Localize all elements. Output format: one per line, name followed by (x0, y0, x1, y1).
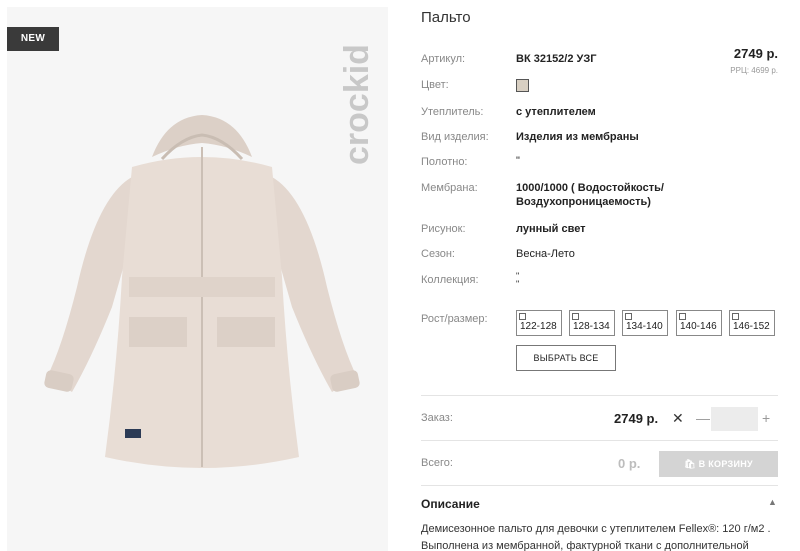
size-option-label: 146-152 (733, 321, 770, 332)
size-option[interactable]: 128-134 (569, 310, 615, 336)
divider (421, 485, 778, 486)
size-option-label: 134-140 (626, 321, 663, 332)
total-label: Всего: (421, 457, 453, 469)
description-title[interactable]: Описание (421, 497, 480, 511)
size-option[interactable]: 134-140 (622, 310, 668, 336)
membrane-label: Мембрана: (421, 182, 478, 194)
fabric-value: " (516, 155, 520, 167)
plus-button[interactable]: + (762, 410, 770, 426)
add-to-cart-label: В КОРЗИНУ (698, 459, 753, 469)
fabric-label: Полотно: (421, 156, 468, 168)
insulation-value: с утеплителем (516, 106, 596, 118)
minus-button[interactable]: — (696, 410, 710, 426)
product-photo[interactable]: NEW crockid (7, 7, 388, 551)
item-type-value: Изделия из мембраны (516, 131, 639, 143)
membrane-value: 1000/1000 ( Водостойкость/ (516, 182, 664, 194)
pattern-value: лунный свет (516, 223, 586, 235)
article-value: ВК 32152/2 УЗГ (516, 53, 597, 65)
divider (421, 440, 778, 441)
size-checkbox[interactable] (519, 313, 526, 320)
size-option-label: 122-128 (520, 321, 557, 332)
article-label: Артикул: (421, 53, 466, 65)
membrane-value-line2: Воздухопроницаемость) (516, 196, 651, 208)
description-text: Демисезонное пальто для девочки с утепли… (421, 523, 771, 551)
pattern-label: Рисунок: (421, 223, 466, 235)
size-option[interactable]: 146-152 (729, 310, 775, 336)
size-checkbox[interactable] (679, 313, 686, 320)
color-swatch[interactable] (516, 79, 529, 92)
select-all-button[interactable]: ВЫБРАТЬ ВСЕ (516, 345, 616, 371)
size-option[interactable]: 122-128 (516, 310, 562, 336)
chevron-up-icon[interactable]: ▲ (768, 497, 777, 507)
order-label: Заказ: (421, 412, 453, 424)
size-option-label: 140-146 (680, 321, 717, 332)
total-value: 0 р. (618, 456, 641, 471)
order-price: 2749 р. (614, 411, 659, 426)
size-checkbox[interactable] (572, 313, 579, 320)
size-checkbox[interactable] (625, 313, 632, 320)
size-option[interactable]: 140-146 (676, 310, 722, 336)
new-badge: NEW (7, 27, 59, 51)
quantity-input[interactable] (711, 407, 758, 431)
insulation-label: Утеплитель: (421, 106, 484, 118)
size-option-label: 128-134 (573, 321, 610, 332)
season-label: Сезон: (421, 248, 455, 260)
collection-value-line2: " (516, 279, 520, 289)
times-icon: ✕ (672, 410, 684, 426)
size-checkbox[interactable] (732, 313, 739, 320)
color-label: Цвет: (421, 79, 449, 91)
product-title: Пальто (421, 9, 471, 26)
collection-label: Коллекция: (421, 274, 479, 286)
coat-image (44, 115, 360, 468)
divider (421, 395, 778, 396)
rrp-price: РРЦ: 4699 р. (730, 66, 778, 75)
size-label: Рост/размер: (421, 313, 488, 325)
season-value: Весна-Лето (516, 248, 575, 260)
item-type-label: Вид изделия: (421, 131, 489, 143)
product-price: 2749 р. (733, 46, 778, 61)
add-to-cart-button[interactable]: 🛍 В КОРЗИНУ (659, 451, 778, 477)
cart-icon: 🛍 (684, 459, 696, 469)
